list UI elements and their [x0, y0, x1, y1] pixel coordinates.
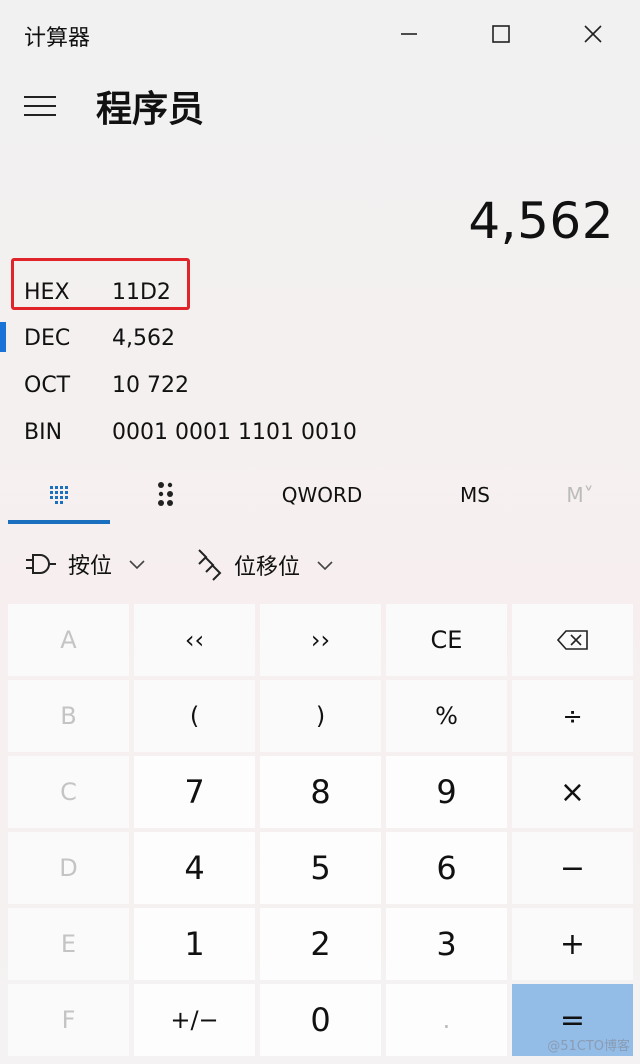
- operator-bar: 按位 位移位: [0, 540, 640, 594]
- key-1[interactable]: 1: [134, 908, 255, 980]
- navigation-menu-button[interactable]: [22, 92, 58, 120]
- key-e: E: [8, 908, 129, 980]
- key-b: B: [8, 680, 129, 752]
- key-7[interactable]: 7: [134, 756, 255, 828]
- mode-title: 程序员: [96, 89, 205, 130]
- minimize-button[interactable]: [386, 14, 432, 54]
- radix-value: 0001 0001 1101 0010: [112, 420, 357, 445]
- key-c: C: [8, 756, 129, 828]
- key-clear-entry[interactable]: CE: [386, 604, 507, 676]
- close-icon: [584, 25, 602, 43]
- radix-value: 4,562: [112, 326, 175, 351]
- logic-gate-icon: [26, 554, 56, 574]
- key-negate[interactable]: +/−: [134, 984, 255, 1056]
- key-left-shift[interactable]: ‹‹: [134, 604, 255, 676]
- bit-shift-label: 位移位: [234, 555, 301, 580]
- key-f: F: [8, 984, 129, 1056]
- key-decimal: .: [386, 984, 507, 1056]
- radix-label: OCT: [24, 373, 71, 398]
- result-display: 4,562: [468, 192, 614, 250]
- full-keypad-icon: [50, 486, 68, 504]
- bit-shift-icon: [198, 549, 222, 581]
- key-9[interactable]: 9: [386, 756, 507, 828]
- key-add[interactable]: +: [512, 908, 633, 980]
- radix-row-dec[interactable]: DEC 4,562: [0, 316, 640, 362]
- key-backspace[interactable]: [512, 604, 633, 676]
- active-tab-underline: [8, 520, 110, 524]
- bit-toggling-keypad-icon: [158, 482, 173, 506]
- key-right-paren[interactable]: ): [260, 680, 381, 752]
- close-button[interactable]: [570, 14, 616, 54]
- keypad-mode-bar: QWORD MS M˅: [0, 466, 640, 524]
- chevron-down-icon: [129, 560, 145, 570]
- key-4[interactable]: 4: [134, 832, 255, 904]
- app-title: 计算器: [24, 26, 91, 51]
- bit-shift-dropdown[interactable]: 位移位: [196, 548, 334, 582]
- key-percent[interactable]: %: [386, 680, 507, 752]
- key-right-shift[interactable]: ››: [260, 604, 381, 676]
- title-bar: 计算器: [0, 0, 640, 66]
- key-0[interactable]: 0: [260, 984, 381, 1056]
- chevron-down-icon: [317, 561, 333, 571]
- key-6[interactable]: 6: [386, 832, 507, 904]
- key-8[interactable]: 8: [260, 756, 381, 828]
- key-3[interactable]: 3: [386, 908, 507, 980]
- bit-toggling-keypad-tab[interactable]: [116, 466, 216, 524]
- key-left-paren[interactable]: (: [134, 680, 255, 752]
- backspace-icon: [556, 630, 588, 650]
- watermark: @51CTO博客: [547, 1039, 630, 1054]
- key-5[interactable]: 5: [260, 832, 381, 904]
- maximize-icon: [492, 25, 510, 43]
- key-divide[interactable]: ÷: [512, 680, 633, 752]
- selected-radix-indicator: [0, 322, 6, 352]
- memory-store-button[interactable]: MS: [430, 466, 520, 524]
- word-size-button[interactable]: QWORD: [230, 466, 414, 524]
- radix-label: DEC: [24, 326, 71, 351]
- keypad: A ‹‹ ›› CE B ( ) % ÷ C 7 8 9 × D 4 5 6 −…: [8, 604, 636, 1056]
- radix-label: BIN: [24, 420, 63, 445]
- bitwise-label: 按位: [68, 554, 113, 579]
- bitwise-dropdown[interactable]: 按位: [24, 548, 146, 580]
- maximize-button[interactable]: [478, 14, 524, 54]
- hex-highlight-box: [11, 258, 190, 310]
- radix-row-bin[interactable]: BIN 0001 0001 1101 0010: [0, 410, 640, 456]
- radix-row-oct[interactable]: OCT 10 722: [0, 363, 640, 409]
- key-a: A: [8, 604, 129, 676]
- minimize-icon: [401, 33, 417, 35]
- key-multiply[interactable]: ×: [512, 756, 633, 828]
- key-2[interactable]: 2: [260, 908, 381, 980]
- radix-value: 10 722: [112, 373, 189, 398]
- key-subtract[interactable]: −: [512, 832, 633, 904]
- full-keypad-tab[interactable]: [8, 466, 110, 524]
- key-d: D: [8, 832, 129, 904]
- memory-view-button[interactable]: M˅: [530, 466, 630, 524]
